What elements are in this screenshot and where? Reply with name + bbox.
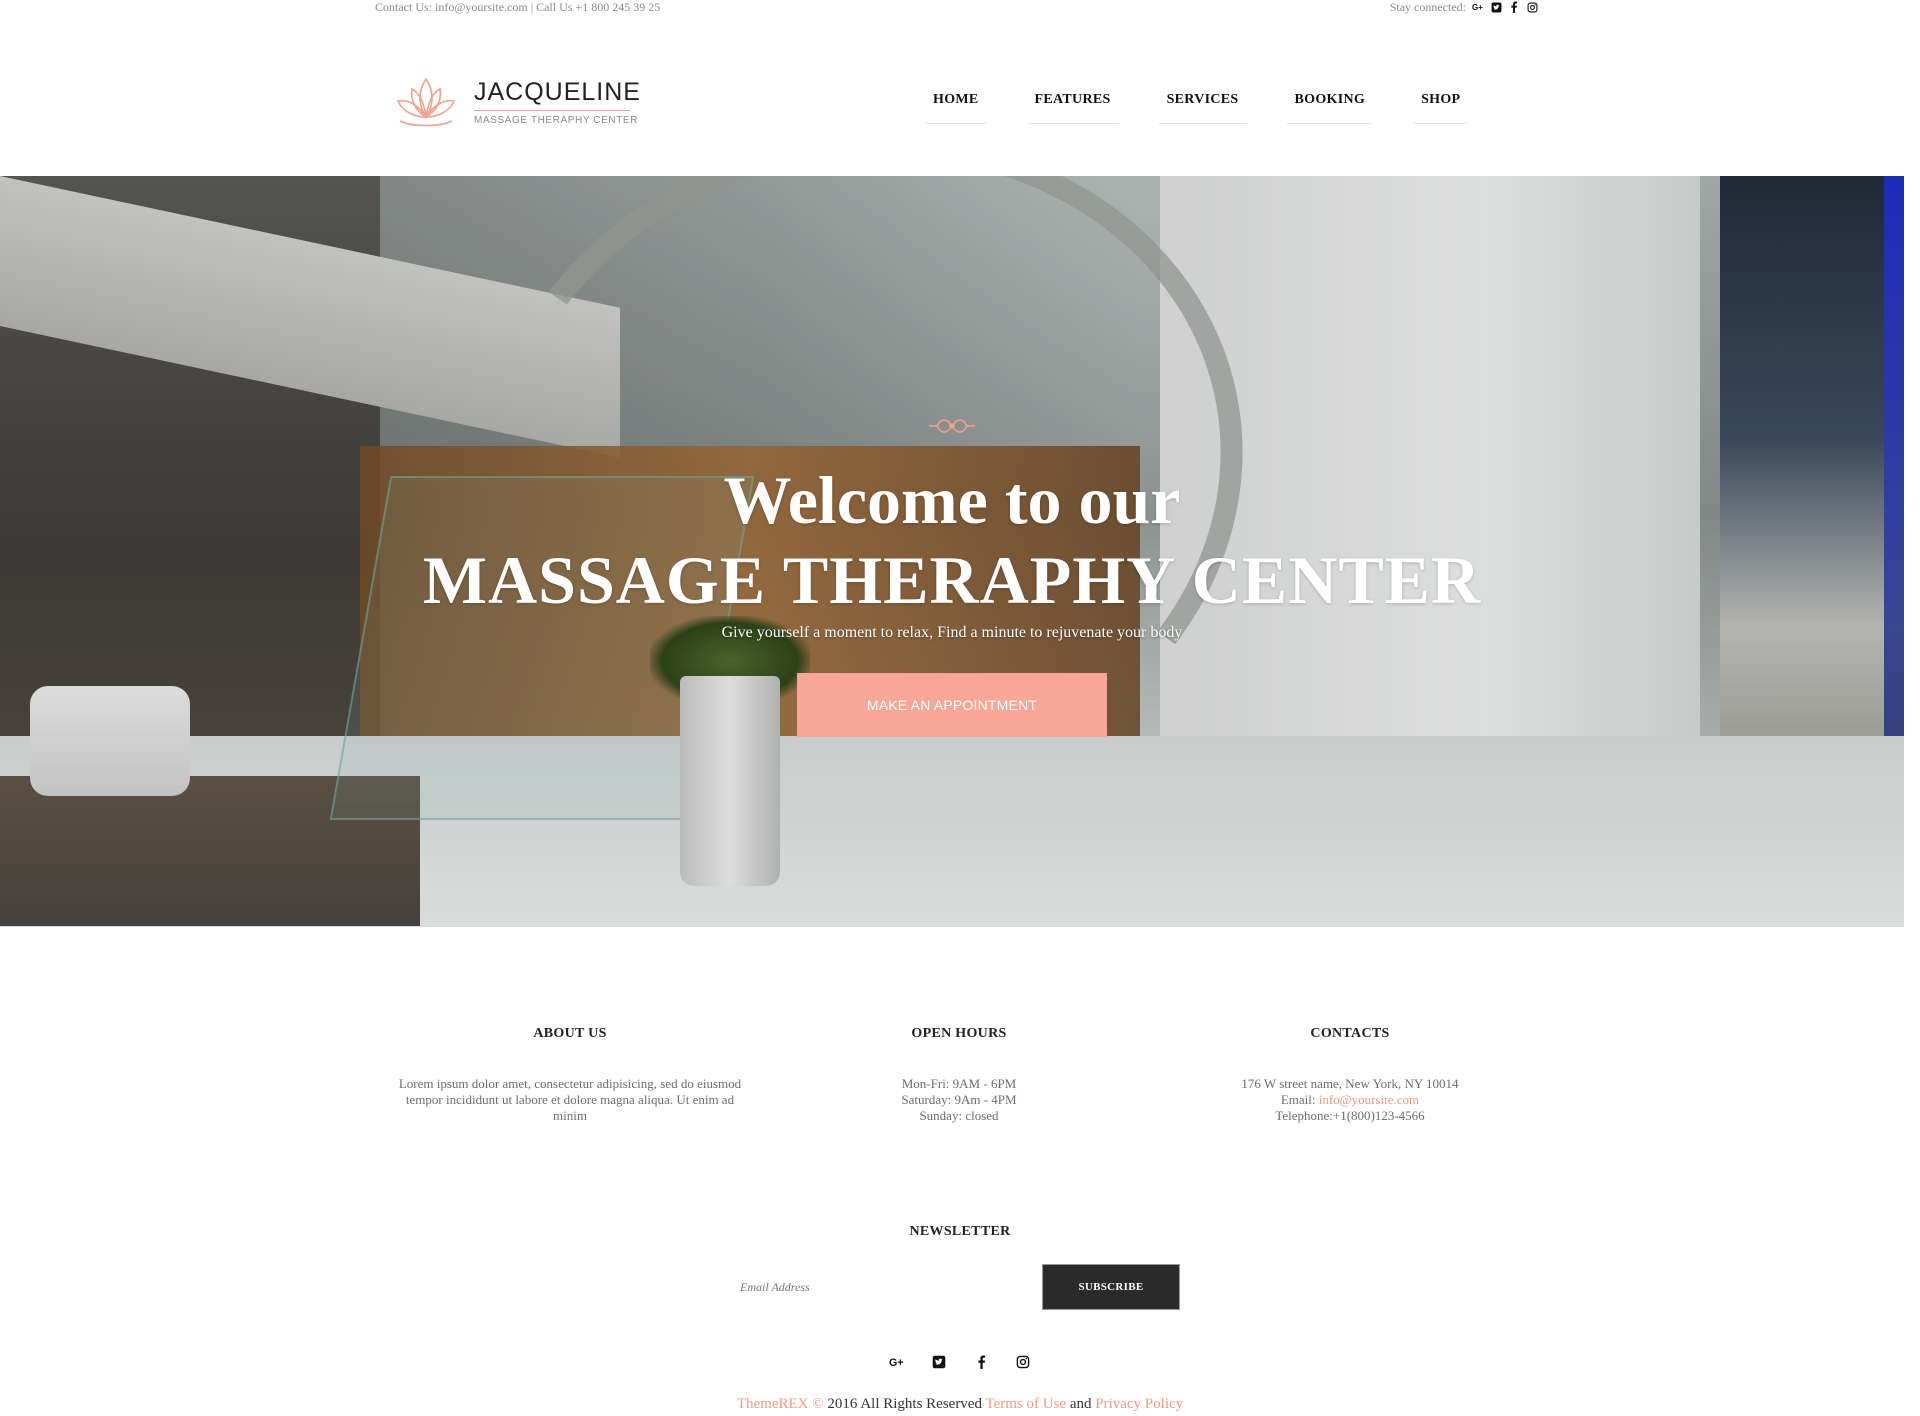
nav-item-shop[interactable]: SHOP <box>1413 84 1469 124</box>
themerex-link[interactable]: ThemeREX © <box>737 1396 824 1412</box>
main-nav: HOME FEATURES SERVICES BOOKING SHOP <box>925 84 1469 124</box>
ornament-icon <box>929 419 975 433</box>
svg-text:G+: G+ <box>1472 3 1483 12</box>
hero-title-line1: Welcome to our <box>723 462 1181 538</box>
open-hours-text: Mon-Fri: 9AM - 6PM Saturday: 9Am - 4PM S… <box>764 1076 1154 1124</box>
copyright-text: 2016 All Rights Reserved <box>827 1396 982 1412</box>
subscribe-button[interactable]: SUBSCRIBE <box>1042 1264 1180 1310</box>
instagram-icon[interactable] <box>1015 1354 1031 1370</box>
hero-title-line2: MASSAGE THERAPHY CENTER <box>422 542 1482 618</box>
hours-saturday: Saturday: 9Am - 4PM <box>901 1092 1017 1107</box>
contact-email-link[interactable]: info@yoursite.com <box>1319 1092 1419 1107</box>
lotus-logo-icon <box>396 77 456 127</box>
nav-item-services[interactable]: SERVICES <box>1158 84 1247 124</box>
copyright: ThemeREX © 2016 All Rights Reserved Term… <box>0 1396 1920 1413</box>
hours-sunday: Sunday: closed <box>919 1108 999 1123</box>
open-hours-section: OPEN HOURS Mon-Fri: 9AM - 6PM Saturday: … <box>764 1026 1154 1124</box>
nav-item-home[interactable]: HOME <box>925 84 987 124</box>
contact-email-label: Email: <box>1280 1092 1316 1107</box>
make-appointment-button[interactable]: MAKE AN APPOINTMENT <box>797 673 1107 737</box>
top-bar: Contact Us: info@yoursite.com | Call Us … <box>0 0 1920 16</box>
hero-banner: Welcome to our MASSAGE THERAPHY CENTER G… <box>0 176 1904 927</box>
contacts-section: CONTACTS 176 W street name, New York, NY… <box>1155 1026 1545 1124</box>
privacy-policy-link[interactable]: Privacy Policy <box>1095 1396 1183 1412</box>
about-us-line: Lorem ipsum dolor amet, consectetur adip… <box>398 1076 742 1091</box>
newsletter-email-input[interactable] <box>726 1264 1040 1310</box>
contact-telephone: Telephone:+1(800)123-4566 <box>1275 1108 1425 1123</box>
site-logo[interactable]: JACQUELINE MASSAGE THERAPHY CENTER <box>390 71 640 151</box>
nav-item-features[interactable]: FEATURES <box>1026 84 1119 124</box>
google-plus-icon[interactable]: G+ <box>889 1354 905 1370</box>
facebook-icon[interactable] <box>1508 1 1520 13</box>
open-hours-title: OPEN HOURS <box>911 1026 1007 1041</box>
logo-divider <box>474 110 630 111</box>
contact-info: Contact Us: info@yoursite.com | Call Us … <box>375 0 661 14</box>
twitter-icon[interactable] <box>931 1354 947 1370</box>
stay-connected: Stay connected: G+ <box>1390 0 1538 14</box>
google-plus-icon[interactable]: G+ <box>1472 1 1484 13</box>
hero-subtitle: Give yourself a moment to relax, Find a … <box>721 624 1183 641</box>
logo-name: JACQUELINE <box>474 78 641 106</box>
logo-tagline: MASSAGE THERAPHY CENTER <box>474 115 639 126</box>
footer-social-links: G+ <box>0 1354 1920 1370</box>
about-us-title: ABOUT US <box>533 1026 607 1041</box>
nav-item-booking[interactable]: BOOKING <box>1286 84 1374 124</box>
twitter-icon[interactable] <box>1490 1 1502 13</box>
copyright-and: and <box>1069 1396 1092 1412</box>
about-us-line: tempor incididunt ut labore et dolore ma… <box>405 1092 735 1107</box>
about-us-text: Lorem ipsum dolor amet, consectetur adip… <box>375 1076 765 1124</box>
contacts-title: CONTACTS <box>1310 1026 1390 1041</box>
about-us-line: minim <box>553 1108 587 1123</box>
about-us-section: ABOUT US Lorem ipsum dolor amet, consect… <box>375 1026 765 1124</box>
svg-text:G+: G+ <box>889 1357 904 1369</box>
stay-connected-label: Stay connected: <box>1389 0 1466 14</box>
contact-email-row: Email: info@yoursite.com <box>1155 1092 1545 1108</box>
contact-address: 176 W street name, New York, NY 10014 <box>1241 1076 1459 1091</box>
hours-weekdays: Mon-Fri: 9AM - 6PM <box>901 1076 1017 1091</box>
newsletter-title: NEWSLETTER <box>909 1224 1011 1239</box>
contacts-text: 176 W street name, New York, NY 10014 Em… <box>1155 1076 1545 1124</box>
instagram-icon[interactable] <box>1526 1 1538 13</box>
site-header: JACQUELINE MASSAGE THERAPHY CENTER HOME … <box>0 16 1920 176</box>
facebook-icon[interactable] <box>973 1354 989 1370</box>
terms-of-use-link[interactable]: Terms of Use <box>985 1396 1066 1412</box>
